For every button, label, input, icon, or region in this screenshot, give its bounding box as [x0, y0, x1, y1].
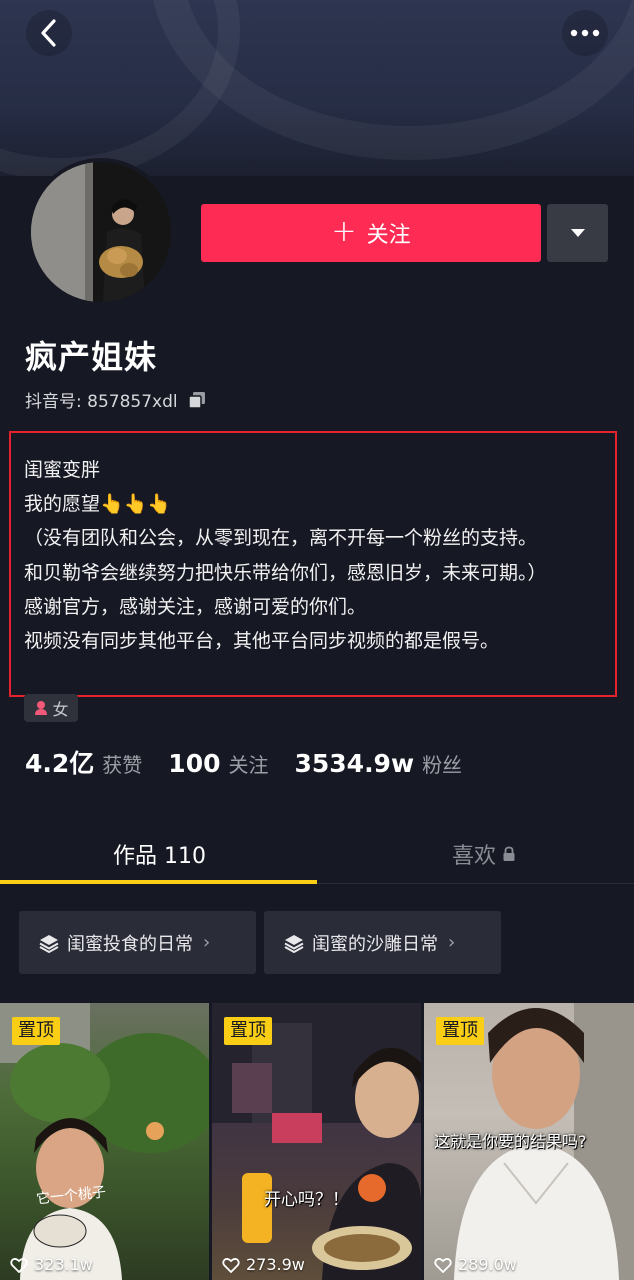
follow-button-label: 关注 — [366, 223, 411, 248]
layers-icon — [39, 934, 59, 953]
gender-tag: 女 — [24, 694, 78, 722]
lock-icon — [503, 846, 515, 861]
following-label[interactable]: 关注 — [228, 749, 268, 778]
bio-line: 闺蜜变胖 — [24, 459, 101, 481]
female-icon — [35, 701, 48, 715]
heart-outline-icon — [222, 1257, 240, 1273]
profile-cover — [0, 0, 634, 176]
pinned-badge: 置顶 — [436, 1017, 484, 1045]
video-likes-count: 273.9w — [246, 1255, 305, 1274]
avatar[interactable] — [27, 158, 175, 306]
collection-chip[interactable]: 闺蜜投食的日常 › — [19, 911, 256, 974]
profile-name: 疯产姐妹 — [25, 338, 158, 376]
video-likes-count: 289.0w — [458, 1255, 517, 1274]
more-horizontal-icon — [570, 29, 600, 37]
copy-icon[interactable] — [187, 391, 206, 409]
profile-bio: 闺蜜变胖 我的愿望👆👆👆 （没有团队和公会，从零到现在，离不开每一个粉丝的支持。… — [24, 453, 614, 658]
video-likes-count: 323.1w — [34, 1255, 93, 1274]
heart-outline-icon — [434, 1257, 452, 1273]
avatar-image — [31, 162, 171, 302]
bio-line: 和贝勒爷会继续努力把快乐带给你们，感恩旧岁，未来可期。） — [24, 561, 547, 584]
video-thumbnail[interactable]: 置顶 开心吗？！ 273.9w — [212, 1003, 421, 1280]
likes-count: 4.2亿 — [25, 749, 95, 778]
tab-likes-label: 喜欢 — [452, 844, 497, 869]
video-thumbnail[interactable]: 置顶 这就是你要的结果吗? 289.0w — [424, 1003, 634, 1280]
layers-icon — [284, 934, 304, 953]
more-button[interactable] — [562, 10, 608, 56]
follow-button[interactable]: + 关注 — [201, 204, 541, 262]
video-caption: 这就是你要的结果吗? — [434, 1132, 587, 1151]
pinned-badge: 置顶 — [12, 1017, 60, 1045]
video-likes: 323.1w — [10, 1255, 93, 1274]
collection-label: 闺蜜的沙雕日常 — [312, 933, 438, 955]
tab-likes[interactable]: 喜欢 — [452, 838, 516, 870]
collection-label: 闺蜜投食的日常 — [67, 933, 193, 955]
followers-label[interactable]: 粉丝 — [422, 749, 462, 778]
plus-icon: + — [331, 213, 357, 249]
video-caption: 开心吗？！ — [264, 1190, 349, 1210]
chevron-left-icon — [41, 19, 56, 47]
bio-line: 我的愿望👆👆👆 — [24, 493, 171, 516]
active-tab-indicator — [0, 880, 317, 884]
video-thumbnail[interactable]: 置顶 它一个桃子 323.1w — [0, 1003, 209, 1280]
video-likes: 273.9w — [222, 1255, 305, 1274]
heart-outline-icon — [10, 1257, 28, 1273]
chevron-right-icon: › — [203, 932, 211, 953]
profile-stats: 4.2亿 获赞 100 关注 3534.9w 粉丝 — [25, 744, 488, 780]
gender-label: 女 — [52, 700, 69, 719]
bio-line: 视频没有同步其他平台，其他平台同步视频的都是假号。 — [24, 630, 500, 653]
douyin-id: 抖音号: 857857xdl — [25, 392, 178, 412]
bio-line: 感谢官方，感谢关注，感谢可爱的你们。 — [24, 595, 367, 618]
tab-works[interactable]: 作品 110 — [113, 838, 206, 870]
following-count[interactable]: 100 — [168, 749, 220, 778]
recommend-dropdown-button[interactable] — [547, 204, 608, 262]
pinned-badge: 置顶 — [224, 1017, 272, 1045]
caret-down-icon — [570, 229, 585, 237]
back-button[interactable] — [26, 10, 72, 56]
followers-count[interactable]: 3534.9w — [294, 749, 414, 778]
chevron-right-icon: › — [448, 932, 456, 953]
collection-chip[interactable]: 闺蜜的沙雕日常 › — [264, 911, 501, 974]
profile-tabs: 作品 110 喜欢 — [0, 820, 634, 886]
video-likes: 289.0w — [434, 1255, 517, 1274]
likes-label: 获赞 — [102, 753, 143, 777]
douyin-id-row: 抖音号: 857857xdl — [25, 387, 206, 412]
bio-line: （没有团队和公会，从零到现在，离不开每一个粉丝的支持。 — [24, 527, 538, 550]
